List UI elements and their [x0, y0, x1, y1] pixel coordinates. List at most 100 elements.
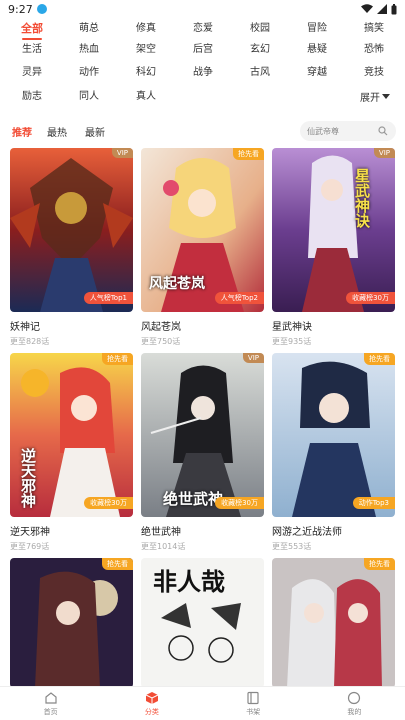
comic-title: 网游之近战法师 [272, 527, 342, 538]
nav-category[interactable]: 分类 [101, 687, 202, 720]
rank-tag: 动作Top3 [352, 497, 395, 509]
comic-card[interactable]: 抢先看 [10, 558, 133, 688]
nav-bookshelf[interactable]: 书架 [203, 687, 304, 720]
sort-tab-hot[interactable]: 最热 [47, 124, 67, 139]
first-look-badge: 抢先看 [364, 558, 395, 570]
vip-badge: VIP [373, 148, 395, 158]
sort-tab-recommend[interactable]: 推荐 [12, 124, 32, 139]
genre-all[interactable]: 全部 [10, 20, 54, 40]
genre-item[interactable]: 萌总 [67, 20, 111, 38]
comic-update: 更至1014话 [141, 542, 186, 551]
genre-item[interactable]: 悬疑 [295, 41, 339, 59]
genre-item[interactable]: 搞笑 [352, 20, 396, 38]
nav-home-label: 首页 [43, 707, 58, 716]
comic-cover[interactable]: 非人哉 [141, 558, 264, 688]
genre-filter-grid: 全部 萌总 修真 恋爱 校园 冒险 搞笑 生活 热血 架空 后宫 玄幻 悬疑 恐… [0, 18, 405, 110]
genre-item[interactable]: 生活 [10, 41, 54, 59]
wifi-icon [361, 4, 373, 13]
comic-card[interactable]: 抢先看 [272, 558, 395, 688]
genre-item[interactable]: 励志 [10, 88, 54, 106]
rank-tag: 收藏榜30万 [346, 292, 395, 304]
comic-update: 更至769话 [10, 542, 50, 551]
active-underline [22, 38, 42, 40]
genre-item[interactable]: 热血 [67, 41, 111, 59]
comic-update: 更至828话 [10, 337, 50, 346]
vip-badge: VIP [111, 148, 133, 158]
cover-illustration [272, 148, 395, 312]
cover-title-art: 风起苍岚 [149, 276, 205, 292]
cover-title-art: 非人哉 [153, 567, 225, 596]
expand-label: 展开 [360, 93, 380, 104]
cover-title-art: 逆天邪神 [19, 448, 37, 508]
nav-category-label: 分类 [144, 707, 159, 716]
genre-item[interactable]: 恐怖 [352, 41, 396, 59]
status-time: 9:27 [8, 2, 33, 16]
genre-item[interactable]: 恋爱 [181, 20, 225, 38]
comic-card[interactable]: 逆天邪神 抢先看 收藏榜30万 逆天邪神 更至769话 [10, 353, 133, 552]
genre-item[interactable]: 科幻 [124, 64, 168, 82]
comic-update: 更至935话 [272, 337, 312, 346]
comic-title: 风起苍岚 [141, 322, 181, 333]
comic-card[interactable]: 绝世武神 VIP 收藏榜30万 绝世武神 更至1014话 [141, 353, 264, 552]
comic-cover[interactable]: 风起苍岚 抢先看 人气榜Top2 [141, 148, 264, 312]
nav-profile[interactable]: 我的 [304, 687, 405, 720]
sort-tab-new[interactable]: 最新 [85, 124, 105, 139]
first-look-badge: 抢先看 [102, 353, 133, 365]
comic-cover[interactable]: 绝世武神 VIP 收藏榜30万 [141, 353, 264, 517]
nav-profile-label: 我的 [347, 707, 362, 716]
comic-cover[interactable]: 抢先看 [272, 558, 395, 688]
genre-item[interactable]: 架空 [124, 41, 168, 59]
sort-bar: 推荐 最热 最新 仙武帝尊 [0, 118, 405, 144]
genre-item[interactable]: 古风 [238, 64, 282, 82]
cover-illustration [272, 353, 395, 517]
comic-title: 绝世武神 [141, 527, 181, 538]
genre-item[interactable]: 竞技 [352, 64, 396, 82]
comic-card[interactable]: 非人哉 [141, 558, 264, 688]
cover-illustration [10, 558, 133, 688]
rank-tag: 人气榜Top1 [83, 292, 133, 304]
category-icon [145, 691, 159, 704]
comic-cover[interactable]: 逆天邪神 抢先看 收藏榜30万 [10, 353, 133, 517]
genre-item[interactable]: 动作 [67, 64, 111, 82]
genre-item[interactable]: 同人 [67, 88, 111, 106]
genre-item[interactable]: 灵异 [10, 64, 54, 82]
genre-item[interactable]: 穿越 [295, 64, 339, 82]
comic-card[interactable]: VIP 人气榜Top1 妖神记 更至828话 [10, 148, 133, 347]
comic-card[interactable]: 星武神诀 VIP 收藏榜30万 星武神诀 更至935话 [272, 148, 395, 347]
comic-cover[interactable]: 抢先看 [10, 558, 133, 688]
vip-badge: VIP [242, 353, 264, 363]
genre-item[interactable]: 玄幻 [238, 41, 282, 59]
cover-title-art: 绝世武神 [163, 490, 224, 508]
comic-card[interactable]: 风起苍岚 抢先看 人气榜Top2 风起苍岚 更至750话 [141, 148, 264, 347]
genre-item[interactable]: 修真 [124, 20, 168, 38]
genre-item[interactable]: 真人 [124, 88, 168, 106]
expand-button[interactable]: 展开 [360, 89, 390, 104]
comic-cover[interactable]: 抢先看 动作Top3 [272, 353, 395, 517]
nav-bookshelf-label: 书架 [246, 707, 261, 716]
caret-down-icon [382, 94, 390, 99]
home-icon [45, 691, 57, 704]
genre-item[interactable]: 后宫 [181, 41, 225, 59]
bookshelf-icon [247, 691, 259, 704]
comic-cover[interactable]: VIP 人气榜Top1 [10, 148, 133, 312]
rank-tag: 收藏榜30万 [215, 497, 264, 509]
rank-tag: 收藏榜30万 [84, 497, 133, 509]
comic-title: 逆天邪神 [10, 527, 50, 538]
comic-title: 妖神记 [10, 322, 40, 333]
comic-card[interactable]: 抢先看 动作Top3 网游之近战法师 更至553话 [272, 353, 395, 552]
nav-home[interactable]: 首页 [0, 687, 101, 720]
first-look-badge: 抢先看 [102, 558, 133, 570]
battery-icon [391, 3, 397, 14]
search-icon [378, 126, 388, 136]
profile-icon [348, 691, 361, 704]
search-placeholder: 仙武帝尊 [307, 126, 339, 136]
genre-item[interactable]: 冒险 [295, 20, 339, 38]
genre-item[interactable]: 校园 [238, 20, 282, 38]
search-input[interactable]: 仙武帝尊 [300, 121, 396, 141]
cover-illustration [272, 558, 395, 688]
comic-cover[interactable]: 星武神诀 VIP 收藏榜30万 [272, 148, 395, 312]
rank-tag: 人气榜Top2 [214, 292, 264, 304]
bottom-nav: 首页 分类 书架 我的 [0, 686, 405, 720]
genre-item[interactable]: 战争 [181, 64, 225, 82]
cover-title-art: 星武神诀 [353, 168, 371, 228]
